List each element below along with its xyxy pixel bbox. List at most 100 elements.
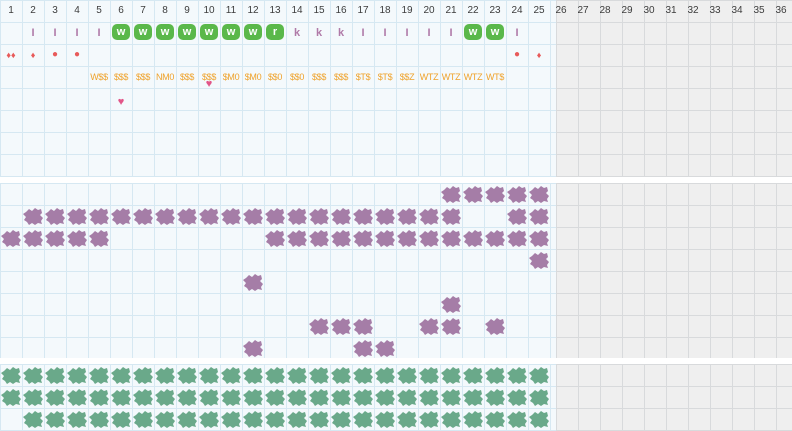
observation-blot[interactable] [243, 273, 263, 291]
sensation-blot[interactable] [89, 410, 109, 428]
observation-blot[interactable] [89, 207, 109, 225]
observation-blot[interactable] [221, 207, 241, 225]
sensation-blot[interactable] [67, 388, 87, 406]
sensation-blot[interactable] [485, 388, 505, 406]
observation-blot[interactable] [309, 229, 329, 247]
sensation-blot[interactable] [463, 366, 483, 384]
observation-blot[interactable] [309, 317, 329, 335]
observation-blot[interactable] [441, 317, 461, 335]
sensation-blot[interactable] [397, 388, 417, 406]
sensation-blot[interactable] [309, 410, 329, 428]
sensation-blot[interactable] [111, 366, 131, 384]
observation-blot[interactable] [331, 207, 351, 225]
observation-blot[interactable] [287, 229, 307, 247]
observation-blot[interactable] [67, 229, 87, 247]
sensation-blot[interactable] [331, 388, 351, 406]
sensation-blot[interactable] [375, 388, 395, 406]
sensation-blot[interactable] [221, 388, 241, 406]
observation-blot[interactable] [89, 229, 109, 247]
observation-blot[interactable] [353, 229, 373, 247]
sensation-blot[interactable] [155, 366, 175, 384]
observation-blot[interactable] [353, 339, 373, 357]
observation-blot[interactable] [353, 317, 373, 335]
sensation-blot[interactable] [419, 388, 439, 406]
observation-blot[interactable] [375, 229, 395, 247]
observation-blot[interactable] [331, 317, 351, 335]
observation-blot[interactable] [199, 207, 219, 225]
sensation-blot[interactable] [89, 388, 109, 406]
sensation-blot[interactable] [243, 410, 263, 428]
observation-blot[interactable] [397, 229, 417, 247]
observation-blot[interactable] [67, 207, 87, 225]
sensation-blot[interactable] [375, 366, 395, 384]
sensation-blot[interactable] [45, 388, 65, 406]
observation-blot[interactable] [177, 207, 197, 225]
sensation-blot[interactable] [507, 410, 527, 428]
observation-blot[interactable] [45, 207, 65, 225]
observation-blot[interactable] [45, 229, 65, 247]
sensation-blot[interactable] [441, 388, 461, 406]
observation-blot[interactable] [23, 207, 43, 225]
sensation-blot[interactable] [265, 388, 285, 406]
observation-blot[interactable] [111, 207, 131, 225]
sensation-blot[interactable] [287, 366, 307, 384]
sensation-blot[interactable] [199, 388, 219, 406]
sensation-blot[interactable] [485, 366, 505, 384]
sensation-blot[interactable] [463, 410, 483, 428]
sensation-blot[interactable] [177, 410, 197, 428]
observation-blot[interactable] [485, 185, 505, 203]
observation-blot[interactable] [375, 339, 395, 357]
sensation-blot[interactable] [199, 366, 219, 384]
sensation-blot[interactable] [397, 410, 417, 428]
observation-blot[interactable] [1, 229, 21, 247]
observation-blot[interactable] [485, 317, 505, 335]
sensation-blot[interactable] [485, 410, 505, 428]
sensation-blot[interactable] [221, 410, 241, 428]
sensation-blot[interactable] [441, 366, 461, 384]
observation-blot[interactable] [397, 207, 417, 225]
sensation-blot[interactable] [331, 410, 351, 428]
observation-blot[interactable] [419, 317, 439, 335]
sensation-blot[interactable] [1, 388, 21, 406]
sensation-blot[interactable] [23, 388, 43, 406]
sensation-blot[interactable] [177, 388, 197, 406]
sensation-blot[interactable] [507, 366, 527, 384]
sensation-blot[interactable] [353, 410, 373, 428]
sensation-blot[interactable] [67, 366, 87, 384]
sensation-blot[interactable] [45, 410, 65, 428]
sensation-blot[interactable] [463, 388, 483, 406]
sensation-blot[interactable] [529, 366, 549, 384]
sensation-blot[interactable] [309, 366, 329, 384]
observation-blot[interactable] [529, 229, 549, 247]
observation-blot[interactable] [309, 207, 329, 225]
sensation-blot[interactable] [133, 388, 153, 406]
sensation-blot[interactable] [419, 410, 439, 428]
sensation-blot[interactable] [89, 366, 109, 384]
sensation-blot[interactable] [287, 410, 307, 428]
sensation-blot[interactable] [221, 366, 241, 384]
observation-blot[interactable] [441, 229, 461, 247]
sensation-blot[interactable] [419, 366, 439, 384]
sensation-blot[interactable] [1, 366, 21, 384]
sensation-blot[interactable] [133, 366, 153, 384]
observation-blot[interactable] [507, 207, 527, 225]
sensation-blot[interactable] [243, 366, 263, 384]
observation-blot[interactable] [287, 207, 307, 225]
sensation-blot[interactable] [529, 388, 549, 406]
sensation-blot[interactable] [375, 410, 395, 428]
sensation-blot[interactable] [265, 410, 285, 428]
sensation-blot[interactable] [353, 388, 373, 406]
sensation-blot[interactable] [177, 366, 197, 384]
observation-blot[interactable] [23, 229, 43, 247]
sensation-blot[interactable] [45, 366, 65, 384]
sensation-blot[interactable] [155, 410, 175, 428]
observation-blot[interactable] [243, 339, 263, 357]
sensation-blot[interactable] [133, 410, 153, 428]
observation-blot[interactable] [419, 229, 439, 247]
observation-blot[interactable] [265, 229, 285, 247]
observation-blot[interactable] [441, 185, 461, 203]
observation-blot[interactable] [133, 207, 153, 225]
observation-blot[interactable] [529, 185, 549, 203]
observation-blot[interactable] [485, 229, 505, 247]
observation-blot[interactable] [463, 185, 483, 203]
